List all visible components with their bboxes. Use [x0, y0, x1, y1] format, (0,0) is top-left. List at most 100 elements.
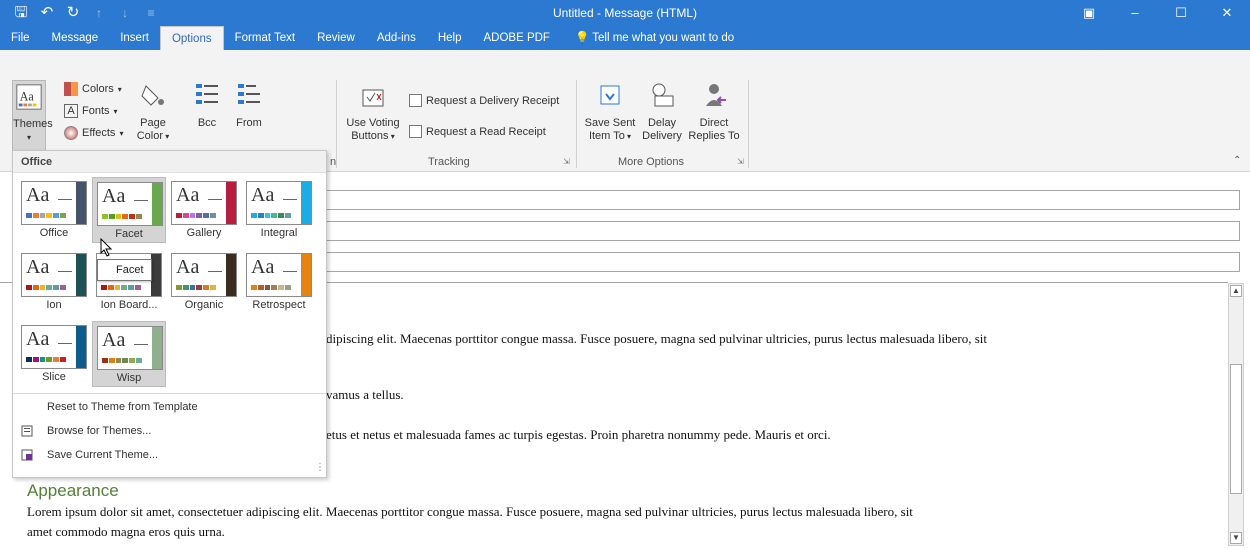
theme-color-swatch — [182, 285, 189, 290]
scroll-thumb[interactable] — [1230, 364, 1242, 494]
bcc-icon — [196, 84, 218, 104]
page-color-label-1: Page — [140, 117, 166, 129]
collapse-ribbon-icon[interactable]: ⌃ — [1233, 155, 1241, 166]
subject-field[interactable] — [315, 252, 1240, 272]
theme-option-office[interactable]: Aa Office — [17, 177, 91, 243]
theme-thumbnail: Aa — [171, 253, 237, 297]
tracking-dialog-launcher-icon[interactable]: ⇲ — [563, 157, 570, 166]
vertical-scrollbar[interactable]: ▲ ▼ — [1228, 283, 1244, 546]
tab-review[interactable]: Review — [306, 26, 366, 50]
theme-option-facet[interactable]: Aa Facet — [92, 177, 166, 243]
reset-theme-label: Reset to Theme from Template — [47, 401, 198, 413]
theme-color-swatch — [53, 285, 60, 290]
browse-themes-menu-item[interactable]: Browse for Themes... — [13, 420, 326, 442]
tab-insert[interactable]: Insert — [109, 26, 160, 50]
themes-gallery-dropdown: Office Aa Office Aa Facet Aa Gallery Aa Integra… — [12, 150, 327, 478]
body-line: vamus a tellus. — [326, 387, 404, 402]
theme-color-swatch — [129, 358, 136, 363]
theme-option-slice[interactable]: Aa Slice — [17, 321, 91, 387]
fonts-icon: A — [64, 104, 78, 118]
svg-text:Aa: Aa — [20, 90, 35, 104]
to-field[interactable] — [315, 190, 1240, 210]
theme-color-swatch — [176, 285, 182, 290]
read-receipt-checkbox[interactable]: Request a Read Receipt — [409, 125, 546, 138]
theme-color-swatch — [136, 214, 142, 219]
theme-option-integral[interactable]: Aa Integral — [242, 177, 316, 243]
theme-sample-text: Aa — [26, 328, 50, 350]
scroll-up-icon[interactable]: ▲ — [1230, 285, 1242, 297]
theme-sample-text: Aa — [176, 184, 200, 206]
direct-label-2: Replies To — [688, 130, 740, 142]
theme-option-wisp[interactable]: Aa Wisp — [92, 321, 166, 387]
theme-color-swatch — [257, 285, 264, 290]
theme-color-swatch — [32, 213, 39, 218]
theme-color-swatch — [46, 285, 53, 290]
tab-adobe-pdf[interactable]: ADOBE PDF — [472, 26, 560, 50]
colors-button[interactable]: Colors ▾ — [64, 82, 122, 96]
theme-option-organic[interactable]: Aa Organic — [167, 249, 241, 315]
themes-button[interactable]: Aa Themes ▾ — [12, 80, 53, 152]
maximize-icon[interactable]: ☐ — [1158, 0, 1204, 26]
theme-color-bar — [251, 285, 291, 290]
theme-color-swatch — [196, 213, 203, 218]
theme-color-swatch — [271, 285, 278, 290]
tracking-group-label: Tracking — [428, 156, 470, 168]
theme-color-swatch — [278, 285, 285, 290]
theme-sample-text: Aa — [251, 256, 275, 278]
theme-option-retrospect[interactable]: Aa Retrospect — [242, 249, 316, 315]
theme-name-label: Organic — [184, 299, 224, 311]
minimize-icon[interactable]: – — [1112, 0, 1158, 26]
tab-file[interactable]: File — [0, 26, 41, 50]
more-options-dialog-launcher-icon[interactable]: ⇲ — [737, 157, 744, 166]
use-voting-buttons-button[interactable]: Use Voting Buttons ▾ — [342, 80, 404, 143]
delivery-receipt-checkbox[interactable]: Request a Delivery Receipt — [409, 94, 559, 107]
theme-color-swatch — [46, 357, 53, 362]
save-sent-item-button[interactable]: Save Sent Item To ▾ — [582, 80, 638, 143]
tab-format-text[interactable]: Format Text — [224, 26, 307, 50]
from-button[interactable]: From — [232, 80, 266, 130]
checkbox-box[interactable] — [409, 125, 422, 138]
paint-bucket-icon — [141, 85, 164, 106]
reset-theme-menu-item[interactable]: Reset to Theme from Template — [13, 396, 326, 418]
theme-color-swatch — [53, 213, 60, 218]
ribbon-display-icon[interactable]: ▣ — [1066, 0, 1112, 26]
resize-grip-icon[interactable]: ⋮ — [315, 462, 325, 473]
tab-add-ins[interactable]: Add-ins — [366, 26, 427, 50]
theme-accent-edge — [76, 326, 86, 368]
theme-color-swatch — [264, 213, 271, 218]
checkbox-box[interactable] — [409, 94, 422, 107]
effects-button[interactable]: Effects ▾ — [64, 126, 123, 140]
page-color-button[interactable]: Page Color ▾ — [132, 80, 174, 143]
theme-sample-line — [58, 271, 72, 272]
theme-sample-line — [208, 199, 222, 200]
tell-me-box[interactable]: 💡 Tell me what you want to do — [561, 26, 745, 50]
direct-label-1: Direct — [699, 117, 729, 129]
use-voting-label-2: Buttons — [351, 130, 389, 142]
more-options-group-label: More Options — [618, 156, 685, 168]
close-icon[interactable]: ✕ — [1204, 0, 1250, 26]
clock-envelope-icon — [652, 83, 674, 107]
theme-option-ion[interactable]: Aa Ion — [17, 249, 91, 315]
cc-field[interactable] — [315, 221, 1240, 241]
theme-color-swatch — [32, 285, 39, 290]
delay-label-1: Delay — [647, 117, 677, 129]
scroll-down-icon[interactable]: ▼ — [1230, 532, 1242, 544]
save-theme-menu-item[interactable]: Save Current Theme... — [13, 444, 326, 466]
theme-color-swatch — [285, 213, 291, 218]
theme-color-swatch — [53, 357, 60, 362]
theme-color-swatch — [136, 358, 142, 363]
delivery-receipt-label: Request a Delivery Receipt — [426, 94, 560, 107]
tab-message[interactable]: Message — [41, 26, 110, 50]
theme-color-swatch — [60, 213, 66, 218]
delay-label-2: Delivery — [642, 130, 682, 142]
bcc-button[interactable]: Bcc — [192, 80, 222, 130]
fonts-button[interactable]: A Fonts ▾ — [64, 104, 118, 118]
direct-replies-button[interactable]: Direct Replies To — [686, 80, 742, 143]
theme-option-gallery[interactable]: Aa Gallery — [167, 177, 241, 243]
tab-options[interactable]: Options — [159, 26, 224, 50]
theme-accent-edge — [76, 182, 86, 224]
delay-delivery-button[interactable]: Delay Delivery — [638, 80, 686, 143]
theme-sample-text: Aa — [26, 184, 50, 206]
theme-color-swatch — [189, 285, 196, 290]
tab-help[interactable]: Help — [427, 26, 473, 50]
